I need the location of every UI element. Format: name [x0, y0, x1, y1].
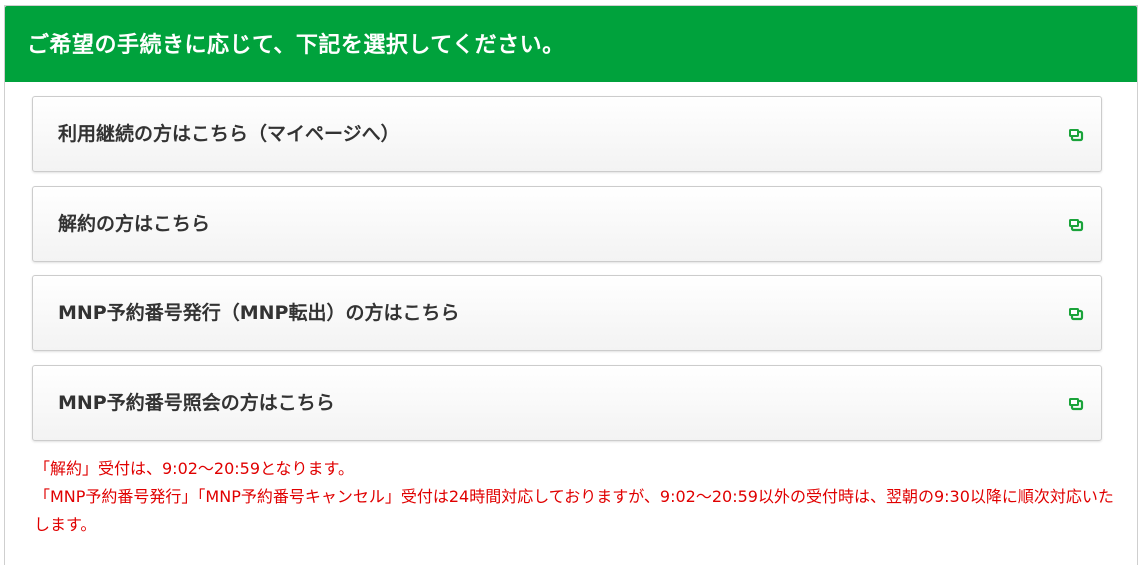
external-link-icon	[1067, 216, 1085, 234]
external-link-icon	[1067, 305, 1085, 323]
panel-title: ご希望の手続きに応じて、下記を選択してください。	[27, 33, 565, 58]
menu-item-label: MNP予約番号発行（MNP転出）の方はこちら	[58, 301, 460, 324]
mnp-inquiry-link[interactable]: MNP予約番号照会の方はこちら	[32, 365, 1102, 441]
cancellation-hours-note: 「解約」受付は、9:02～20:59となります。	[34, 459, 354, 478]
continue-usage-link[interactable]: 利用継続の方はこちら（マイページへ）	[32, 96, 1102, 172]
reception-notes: 「解約」受付は、9:02～20:59となります。 「MNP予約番号発行」「MNP…	[34, 455, 1124, 539]
mnp-hours-note: 「MNP予約番号発行」「MNP予約番号キャンセル」受付は24時間対応しております…	[34, 487, 1114, 534]
menu-item-label: MNP予約番号照会の方はこちら	[58, 391, 335, 414]
panel-header: ご希望の手続きに応じて、下記を選択してください。	[5, 6, 1137, 82]
cancellation-link[interactable]: 解約の方はこちら	[32, 186, 1102, 262]
external-link-icon	[1067, 126, 1085, 144]
mnp-issue-link[interactable]: MNP予約番号発行（MNP転出）の方はこちら	[32, 275, 1102, 351]
external-link-icon	[1067, 395, 1085, 413]
menu-item-label: 解約の方はこちら	[58, 212, 211, 235]
menu-item-label: 利用継続の方はこちら（マイページへ）	[58, 122, 400, 145]
